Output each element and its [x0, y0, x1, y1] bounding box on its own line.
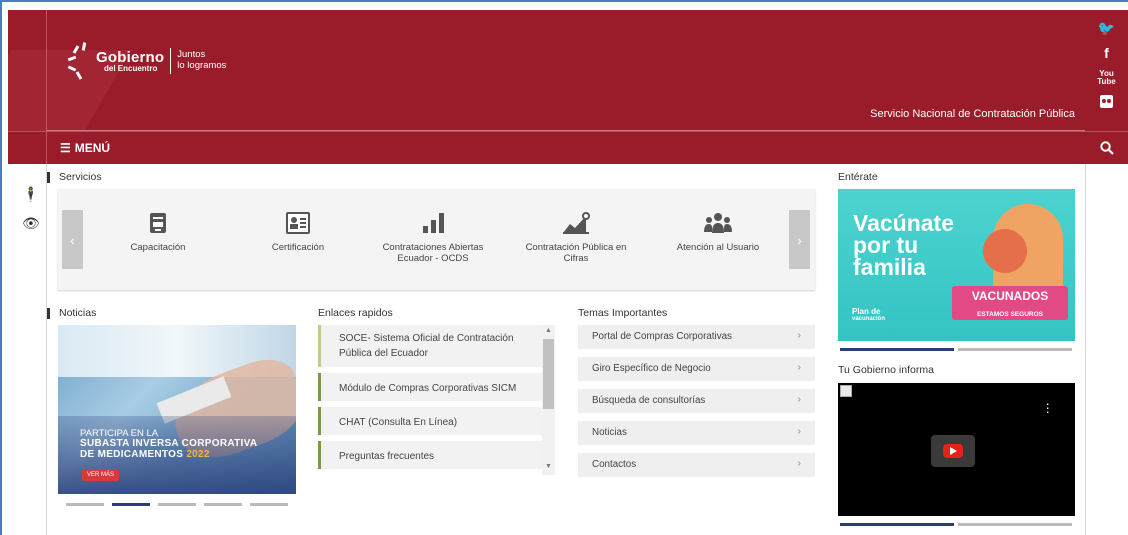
chevron-right-icon: ›: [797, 362, 801, 373]
hamburger-icon: ☰: [60, 141, 71, 155]
video-player[interactable]: · · ·: [838, 383, 1075, 516]
enterate-carousel-dots: [840, 348, 1072, 351]
topic-contactos[interactable]: Contactos ›: [578, 453, 815, 477]
video-dot-active[interactable]: [840, 523, 954, 526]
vacunados-badge: VACUNADOS ESTAMOS SEGUROS: [952, 286, 1068, 320]
search-icon: [1099, 141, 1114, 155]
accessibility-tools: 🕴 👁: [22, 186, 40, 232]
ver-mas-button[interactable]: VER MÁS: [82, 469, 120, 481]
chevron-right-icon: ›: [797, 426, 801, 437]
news-dot-active[interactable]: [112, 503, 150, 506]
enterate-title: Entérate: [838, 171, 878, 183]
gobierno-informa-title: Tu Gobierno informa: [838, 364, 934, 376]
video-dot[interactable]: [958, 523, 1072, 526]
enlaces-title: Enlaces rapidos: [318, 307, 393, 319]
play-button[interactable]: [931, 435, 975, 467]
services-carousel: ‹ Capacitación Certificación Contratacio…: [58, 189, 815, 290]
search-button[interactable]: [1085, 131, 1128, 164]
news-carousel-dots: [66, 503, 288, 506]
youtube-play-icon: [943, 444, 963, 458]
gobierno-logo[interactable]: Gobierno del Encuentro Juntos lo logramo…: [67, 42, 227, 80]
vaccination-banner[interactable]: Vacúnate por tu familia VACUNADOS ESTAMO…: [838, 189, 1075, 341]
news-dot[interactable]: [250, 503, 288, 506]
service-item-cifras[interactable]: Contratación Pública en Cifras: [516, 209, 636, 265]
child-illustration: [983, 229, 1027, 273]
enterate-dot-active[interactable]: [840, 348, 954, 351]
scrollbar-thumb[interactable]: [543, 339, 554, 409]
banner-year: 2022: [186, 449, 210, 460]
news-dot[interactable]: [158, 503, 196, 506]
training-icon: [113, 209, 203, 237]
plan-vacunacion-logo: Plan de vacunación: [852, 307, 886, 323]
chevron-right-icon: ›: [797, 458, 801, 469]
topic-portal-compras[interactable]: Portal de Compras Corporativas ›: [578, 325, 815, 349]
chevron-right-icon: ›: [797, 394, 801, 405]
quick-link-faq[interactable]: Preguntas frecuentes: [318, 441, 542, 469]
twitter-icon[interactable]: 🐦: [1098, 20, 1115, 36]
facebook-icon[interactable]: f: [1104, 45, 1109, 61]
users-group-icon: [663, 209, 773, 237]
youtube-icon[interactable]: You Tube: [1097, 70, 1116, 86]
social-links: 🐦 f You Tube: [1085, 10, 1128, 131]
eye-icon[interactable]: 👁: [22, 215, 40, 232]
service-item-capacitacion[interactable]: Capacitación: [113, 209, 203, 254]
broken-image-icon: [840, 385, 852, 397]
services-prev-button[interactable]: ‹: [62, 210, 83, 269]
video-carousel-dots: [840, 523, 1072, 526]
chevron-right-icon: ›: [797, 330, 801, 341]
topic-giro-negocio[interactable]: Giro Específico de Negocio ›: [578, 357, 815, 381]
services-next-button[interactable]: ›: [789, 210, 810, 269]
topics-list: Portal de Compras Corporativas › Giro Esp…: [578, 325, 815, 485]
topic-noticias[interactable]: Noticias ›: [578, 421, 815, 445]
quick-link-chat[interactable]: CHAT (Consulta En Línea): [318, 407, 542, 435]
topic-consultorias[interactable]: Búsqueda de consultorías ›: [578, 389, 815, 413]
accessibility-person-icon[interactable]: 🕴: [22, 186, 40, 203]
news-dot[interactable]: [204, 503, 242, 506]
menu-button[interactable]: ☰ MENÚ: [60, 141, 110, 155]
logo-mark-icon: [67, 42, 90, 80]
service-item-atencion[interactable]: Atención al Usuario: [663, 209, 773, 254]
enterate-dot[interactable]: [958, 348, 1072, 351]
quick-link-soce[interactable]: SOCE- Sistema Oficial de Contratación Pú…: [318, 325, 542, 367]
certificate-icon: [258, 209, 338, 237]
menu-label: MENÚ: [74, 141, 111, 155]
service-item-ocds[interactable]: Contrataciones Abiertas Ecuador - OCDS: [373, 209, 493, 265]
header-banner: Gobierno del Encuentro Juntos lo logramo…: [8, 10, 1085, 131]
logo-sub: del Encuentro: [104, 63, 158, 73]
news-banner[interactable]: PARTICIPA EN LA SUBASTA INVERSA CORPORAT…: [58, 325, 296, 494]
logo-name: Gobierno: [96, 48, 165, 66]
quick-links-list: SOCE- Sistema Oficial de Contratación Pú…: [318, 325, 542, 475]
banner-line2: SUBASTA INVERSA CORPORATIVA: [80, 438, 258, 449]
main-nav: ☰ MENÚ: [8, 131, 1085, 165]
service-item-certificacion[interactable]: Certificación: [258, 209, 338, 254]
banner-line3: DE MEDICAMENTOS: [80, 449, 184, 460]
growth-chart-icon: [516, 209, 636, 237]
servicios-title: Servicios: [47, 171, 102, 183]
flickr-icon[interactable]: [1100, 95, 1113, 108]
bar-chart-icon: [373, 209, 493, 237]
agency-name: Servicio Nacional de Contratación Públic…: [870, 108, 1075, 120]
more-options-icon[interactable]: · · ·: [1045, 396, 1050, 418]
temas-title: Temas Importantes: [578, 307, 668, 319]
vacuna-headline3: familia: [853, 253, 926, 280]
news-dot[interactable]: [66, 503, 104, 506]
noticias-title: Noticias: [47, 307, 96, 319]
quick-links-scrollbar[interactable]: ▲ ▼: [542, 325, 555, 475]
quick-link-sicm[interactable]: Módulo de Compras Corporativas SICM: [318, 373, 542, 401]
motto-line2: lo logramos: [177, 60, 227, 71]
